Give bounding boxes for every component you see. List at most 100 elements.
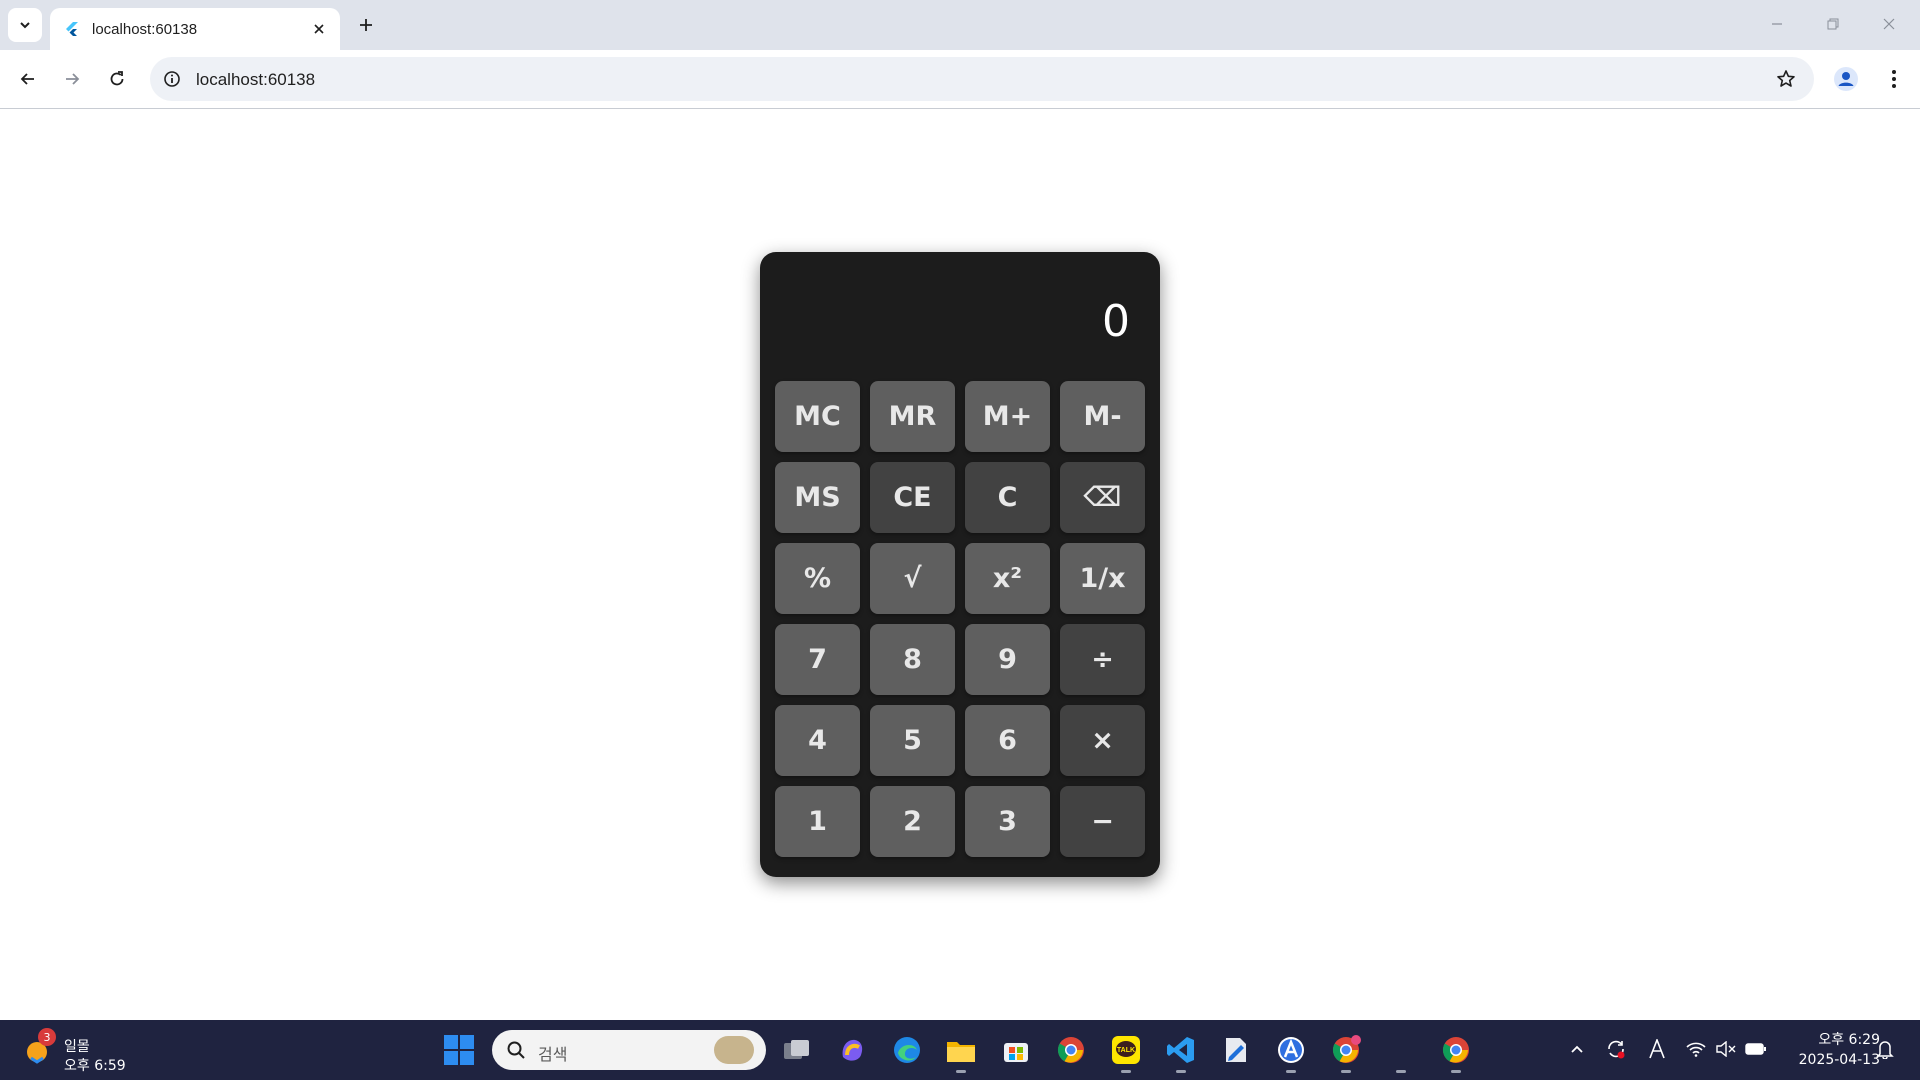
running-indicator <box>1176 1070 1186 1073</box>
memory-store-button[interactable]: MS <box>775 462 860 533</box>
running-indicator <box>1396 1070 1406 1073</box>
multiply-button[interactable]: × <box>1060 705 1145 776</box>
restore-icon <box>1827 18 1839 30</box>
browser-toolbar: localhost:60138 <box>0 50 1920 109</box>
weather-title: 일몰 <box>64 1039 90 1055</box>
start-button[interactable] <box>444 1035 474 1065</box>
arrow-left-icon <box>20 73 34 85</box>
calculator-keypad: MC MR M+ M- MS CE C ⌫% √ x² 1/x 7 8 9 ÷ 4 5 6 × 1 2 3− <box>775 381 1146 857</box>
hidden-app-icon[interactable] <box>1382 1031 1420 1073</box>
chevron-up-icon[interactable] <box>1564 1036 1590 1062</box>
reload-button[interactable] <box>101 63 133 95</box>
calculator: 0 MC MR M+ M- MS CE C ⌫% √ x² 1/x 7 8 9 ÷ 4 5 6 × 1 2 3− <box>760 252 1160 877</box>
svg-text:TALK: TALK <box>1117 1047 1135 1054</box>
subtract-button[interactable]: − <box>1060 786 1145 857</box>
backspace-button[interactable]: ⌫ <box>1060 462 1145 533</box>
tab-strip: localhost:60138 <box>0 0 1920 50</box>
square-root-button[interactable]: √ <box>870 543 955 614</box>
digit-4-button[interactable]: 4 <box>775 705 860 776</box>
digit-2-button[interactable]: 2 <box>870 786 955 857</box>
running-indicator <box>1451 1070 1461 1073</box>
file-explorer-icon[interactable] <box>942 1031 980 1073</box>
clear-entry-button[interactable]: CE <box>870 462 955 533</box>
search-highlight-image <box>714 1036 754 1064</box>
weather-time: 오후 6:59 <box>64 1058 126 1074</box>
reciprocal-button[interactable]: 1/x <box>1060 543 1145 614</box>
wifi-icon[interactable] <box>1683 1036 1709 1062</box>
divide-button[interactable]: ÷ <box>1060 624 1145 695</box>
search-icon <box>507 1041 525 1059</box>
windows-logo-tile <box>444 1035 458 1049</box>
tab-search-button[interactable] <box>8 8 42 42</box>
close-window-icon <box>1883 18 1895 30</box>
digit-6-button[interactable]: 6 <box>965 705 1050 776</box>
digit-8-button[interactable]: 8 <box>870 624 955 695</box>
running-indicator <box>1286 1070 1296 1073</box>
memory-clear-button[interactable]: MC <box>775 381 860 452</box>
minimize-icon <box>1772 23 1782 25</box>
windows-logo-tile <box>460 1051 474 1065</box>
digit-5-button[interactable]: 5 <box>870 705 955 776</box>
forward-button[interactable] <box>56 63 88 95</box>
clock-time: 오후 6:29 <box>1818 1032 1880 1048</box>
taskbar-search[interactable]: 검색 <box>492 1030 766 1070</box>
back-button[interactable] <box>12 63 44 95</box>
copilot-icon[interactable] <box>833 1031 871 1069</box>
menu-button[interactable] <box>1878 63 1910 95</box>
chrome-profile-icon[interactable] <box>1327 1031 1365 1073</box>
tab-title: localhost:60138 <box>92 20 198 38</box>
profile-button[interactable] <box>1830 63 1862 95</box>
address-bar[interactable]: localhost:60138 <box>150 57 1814 101</box>
edge-icon[interactable] <box>888 1031 926 1069</box>
star-icon[interactable] <box>1774 67 1798 91</box>
reload-icon <box>110 71 124 86</box>
memory-subtract-button[interactable]: M- <box>1060 381 1145 452</box>
clock-date: 2025-04-13 <box>1798 1052 1880 1068</box>
browser-tab[interactable]: localhost:60138 <box>50 8 340 50</box>
windows-logo-tile <box>460 1035 474 1049</box>
plus-icon <box>360 19 372 31</box>
windows-logo-tile <box>444 1051 458 1065</box>
vscode-icon[interactable] <box>1162 1031 1200 1073</box>
new-tab-button[interactable] <box>352 11 380 39</box>
memory-recall-button[interactable]: MR <box>870 381 955 452</box>
search-placeholder: 검색 <box>538 1045 568 1064</box>
calculator-display: 0 <box>1102 296 1130 347</box>
kakaotalk-icon[interactable]: TALK <box>1107 1031 1145 1073</box>
percent-button[interactable]: % <box>775 543 860 614</box>
notification-badge: 3 <box>38 1028 56 1046</box>
info-icon[interactable] <box>160 67 184 91</box>
restore-button[interactable] <box>1810 6 1856 42</box>
ime-icon[interactable] <box>1644 1036 1670 1062</box>
digit-9-button[interactable]: 9 <box>965 624 1050 695</box>
digit-3-button[interactable]: 3 <box>965 786 1050 857</box>
task-view-icon[interactable] <box>778 1031 816 1069</box>
app-icon[interactable] <box>1272 1031 1310 1073</box>
battery-icon[interactable] <box>1743 1036 1769 1062</box>
url-text[interactable]: localhost:60138 <box>196 70 315 90</box>
weather-widget[interactable]: 3 일몰 오후 6:59 <box>22 1028 142 1074</box>
digit-1-button[interactable]: 1 <box>775 786 860 857</box>
running-indicator <box>1341 1070 1351 1073</box>
arrow-right-icon <box>66 73 80 85</box>
system-clock[interactable]: 오후 6:29 2025-04-13 <box>1780 1030 1880 1070</box>
chrome-icon[interactable] <box>1437 1031 1475 1073</box>
minimize-button[interactable] <box>1754 6 1800 42</box>
taskbar: 3 일몰 오후 6:59 검색 TALK 오후 6:29 2025-04-13 <box>0 1020 1920 1080</box>
mute-icon[interactable] <box>1713 1036 1739 1062</box>
square-button[interactable]: x² <box>965 543 1050 614</box>
clear-button[interactable]: C <box>965 462 1050 533</box>
running-indicator <box>1121 1070 1131 1073</box>
chrome-icon[interactable] <box>1052 1031 1090 1069</box>
sync-icon[interactable] <box>1603 1036 1629 1062</box>
digit-7-button[interactable]: 7 <box>775 624 860 695</box>
running-indicator <box>956 1070 966 1073</box>
memory-add-button[interactable]: M+ <box>965 381 1050 452</box>
notification-bell-icon[interactable] <box>1872 1036 1898 1062</box>
close-window-button[interactable] <box>1866 6 1912 42</box>
profile-icon <box>1834 67 1858 91</box>
microsoft-store-icon[interactable] <box>997 1031 1035 1069</box>
close-icon[interactable] <box>308 18 330 40</box>
kebab-menu-icon <box>1892 70 1896 88</box>
file-editor-icon[interactable] <box>1217 1031 1255 1069</box>
